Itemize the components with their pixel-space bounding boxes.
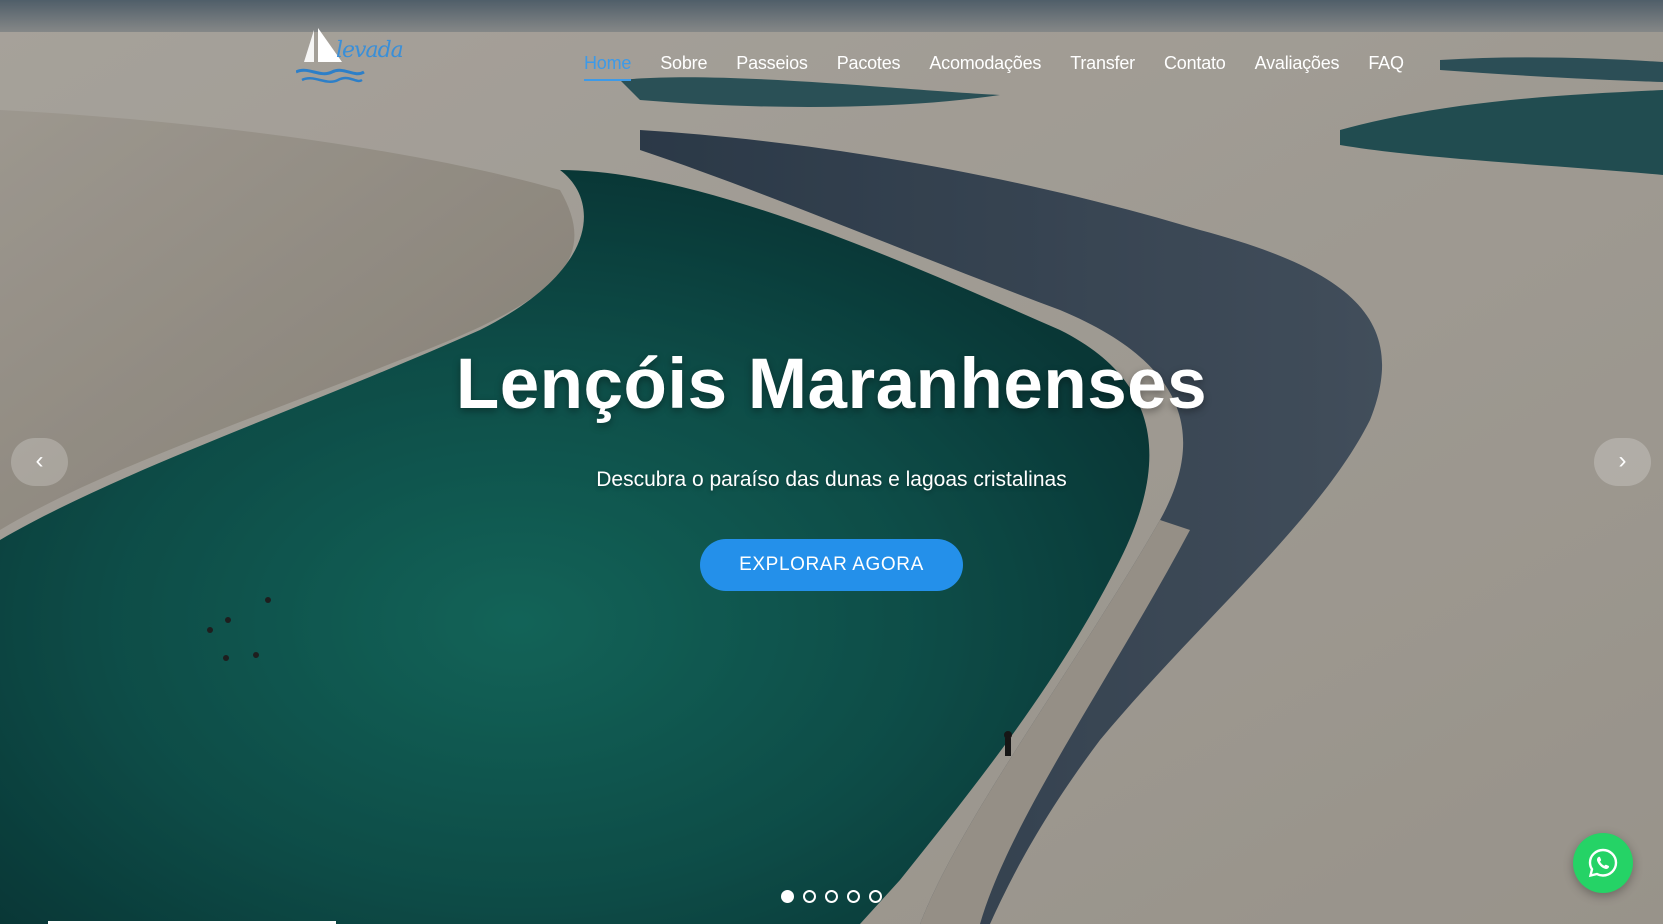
carousel-indicators (781, 890, 882, 903)
nav-item-passeios[interactable]: Passeios (736, 50, 808, 76)
nav-item-faq[interactable]: FAQ (1368, 50, 1404, 76)
carousel-dot-4[interactable] (847, 890, 860, 903)
explore-now-button[interactable]: EXPLORAR AGORA (700, 539, 963, 591)
carousel-dot-5[interactable] (869, 890, 882, 903)
navbar: levada Home Sobre Passeios Pacotes Acomo… (0, 0, 1663, 125)
carousel-prev-button[interactable]: ‹ (11, 438, 68, 486)
main-navigation: Home Sobre Passeios Pacotes Acomodações … (584, 50, 1433, 81)
nav-item-acomodacoes[interactable]: Acomodações (929, 50, 1041, 76)
whatsapp-button[interactable] (1573, 833, 1633, 893)
carousel-dot-3[interactable] (825, 890, 838, 903)
hero-title: Lençóis Maranhenses (455, 345, 1208, 424)
hero-slider: levada Home Sobre Passeios Pacotes Acomo… (0, 0, 1663, 924)
carousel-dot-1[interactable] (781, 890, 794, 903)
nav-item-avaliacoes[interactable]: Avaliações (1255, 50, 1340, 76)
nav-item-contato[interactable]: Contato (1164, 50, 1226, 76)
sailboat-logo-icon[interactable]: levada (295, 26, 406, 86)
carousel-dot-2[interactable] (803, 890, 816, 903)
nav-item-pacotes[interactable]: Pacotes (837, 50, 901, 76)
hero-subtitle: Descubra o paraíso das dunas e lagoas cr… (596, 468, 1067, 491)
nav-item-home[interactable]: Home (584, 50, 632, 81)
whatsapp-icon (1588, 848, 1618, 878)
nav-item-transfer[interactable]: Transfer (1070, 50, 1135, 76)
carousel-next-button[interactable]: › (1594, 438, 1651, 486)
nav-item-sobre[interactable]: Sobre (660, 50, 707, 76)
logo-text: levada (336, 38, 404, 63)
hero-overlay (0, 0, 1663, 924)
